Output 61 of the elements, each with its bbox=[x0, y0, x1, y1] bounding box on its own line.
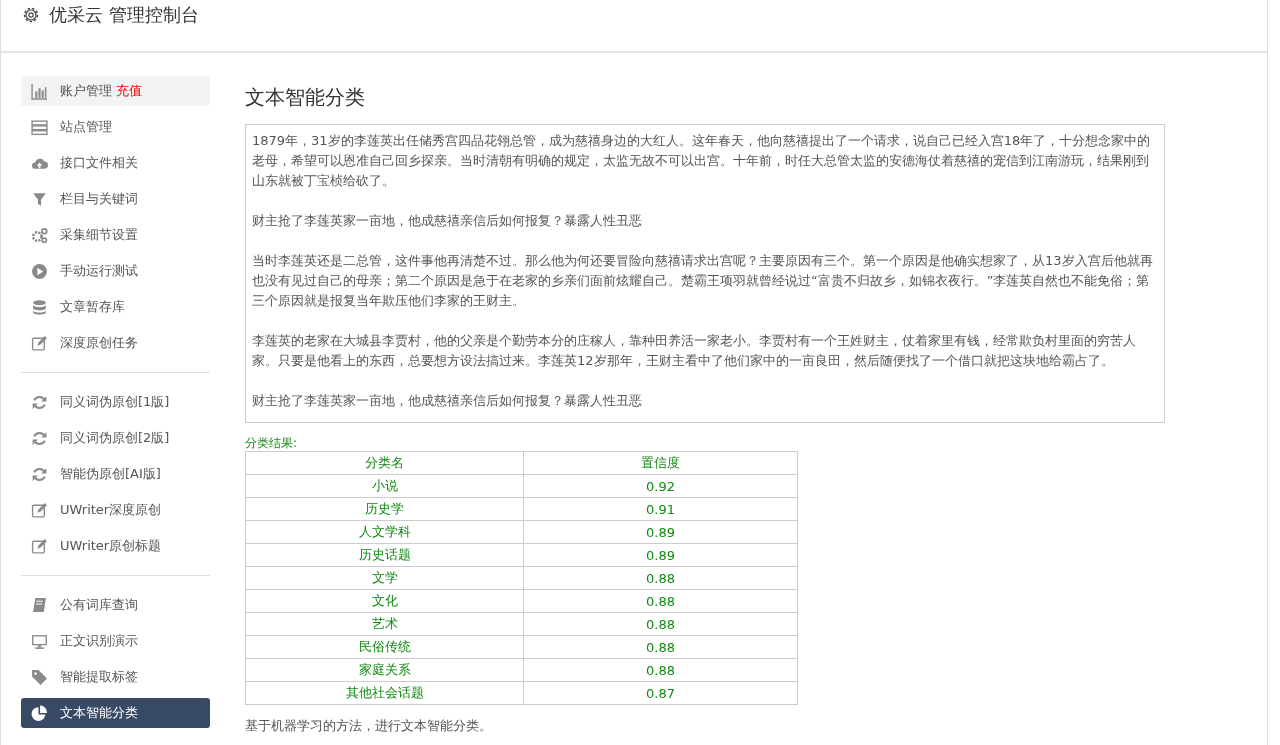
sidebar-item[interactable]: UWriter深度原创 bbox=[21, 495, 210, 525]
table-cell: 家庭关系 bbox=[245, 658, 524, 682]
sidebar-item[interactable]: 正文识别演示 bbox=[21, 626, 210, 656]
funnel-icon bbox=[31, 190, 48, 208]
edit-icon bbox=[31, 334, 48, 352]
recharge-link[interactable]: 充值 bbox=[116, 82, 142, 100]
sidebar-item[interactable]: 智能伪原创[AI版] bbox=[21, 459, 210, 489]
table-cell: 0.91 bbox=[523, 497, 798, 521]
description-text: 基于机器学习的方法，进行文本智能分类。 bbox=[245, 717, 493, 735]
server-icon bbox=[31, 118, 48, 136]
table-cell: 民俗传统 bbox=[245, 635, 524, 659]
text-input-field[interactable]: 1879年，31岁的李莲英出任储秀宫四品花翎总管，成为慈禧身边的大红人。这年春天，他向慈禧提出了一个请求，说自己已经入宫18年了，十分想念家中的老母，希望可以恩准自己回乡探亲。当时清朝有明确的规定，太监无故不可以出宫。十年前，时任大总管太监的安德海仗着慈禧的宠信到江南游玩，结果刚到山东就被丁宝桢给砍了。 财主抢了李莲英家一亩地，他成慈禧亲信后如何报复？暴露人性丑恶 当时李莲英还是二总管，这件事他再清楚不过。那么他为何还要冒险向慈禧请求出宫呢？主要原因有三个。第一个原因是他确实想家了，从13岁入宫后他就再也没有见过自己的母亲；第二个原因是急于在老家的乡亲们面前炫耀自己。楚霸王项羽就曾经说过“富贵不归故乡，如锦衣夜行。”李莲英自然也不能免俗；第三个原因就是报复当年欺压他们李家的王财主。 李莲英的老家在大城县李贾村，他的父亲是个勤劳本分的庄稼人，靠种田养活一家老小。李贾村有一个王姓财主，仗着家里有钱，经常欺负村里面的穷苦人家。只要是他看上的东西，总要想方设法搞过来。李莲英12岁那年，王财主看中了他们家中的一亩良田，然后随便找了一个借口就把这块地给霸占了。 财主抢了李莲英家一亩地，他成慈禧亲信后如何报复？暴露人性丑恶 bbox=[245, 124, 1165, 423]
tag-icon bbox=[31, 668, 48, 686]
sidebar-item[interactable]: 深度原创任务 bbox=[21, 328, 210, 358]
table-cell: 0.88 bbox=[523, 635, 798, 659]
table-cell: 其他社会话题 bbox=[245, 681, 524, 705]
table-cell: 人文学科 bbox=[245, 520, 524, 544]
edit-icon bbox=[31, 501, 48, 519]
table-cell: 0.89 bbox=[523, 543, 798, 567]
table-cell: 0.89 bbox=[523, 520, 798, 544]
sidebar-item[interactable]: 手动运行测试 bbox=[21, 256, 210, 286]
table-cell: 历史学 bbox=[245, 497, 524, 521]
sidebar-item[interactable]: 公有词库查询 bbox=[21, 590, 210, 620]
monitor-icon bbox=[31, 632, 48, 650]
column-header: 置信度 bbox=[523, 451, 798, 475]
database-icon bbox=[31, 298, 48, 316]
pie-chart-icon bbox=[31, 704, 48, 722]
sidebar-item[interactable]: 栏目与关键词 bbox=[21, 184, 210, 214]
table-cell: 小说 bbox=[245, 474, 524, 498]
sidebar-item[interactable]: 采集细节设置 bbox=[21, 220, 210, 250]
table-cell: 0.88 bbox=[523, 566, 798, 590]
sidebar-item[interactable]: 文本智能分类 bbox=[21, 698, 210, 728]
table-cell: 0.92 bbox=[523, 474, 798, 498]
book-icon bbox=[31, 596, 48, 614]
sidebar-item[interactable]: 文章暂存库 bbox=[21, 292, 210, 322]
sidebar-item[interactable]: 站点管理 bbox=[21, 112, 210, 142]
column-header: 分类名 bbox=[245, 451, 524, 475]
sidebar-item[interactable]: 接口文件相关 bbox=[21, 148, 210, 178]
result-label: 分类结果: bbox=[245, 435, 299, 451]
refresh-icon bbox=[31, 393, 48, 411]
bar-chart-icon bbox=[31, 82, 48, 100]
table-cell: 历史话题 bbox=[245, 543, 524, 567]
table-cell: 0.88 bbox=[523, 612, 798, 636]
sidebar-item[interactable]: 同义词伪原创[1版] bbox=[21, 387, 210, 417]
table-cell: 0.87 bbox=[523, 681, 798, 705]
page-title: 文本智能分类 bbox=[245, 84, 366, 111]
sidebar-item[interactable]: 同义词伪原创[2版] bbox=[21, 423, 210, 453]
table-cell: 0.88 bbox=[523, 658, 798, 682]
edit-icon bbox=[31, 537, 48, 555]
table-cell: 文化 bbox=[245, 589, 524, 613]
refresh-icon bbox=[31, 429, 48, 447]
app-title: 优采云 管理控制台 bbox=[49, 3, 199, 27]
settings-icon bbox=[21, 5, 41, 25]
play-icon bbox=[31, 262, 48, 280]
sidebar-item[interactable]: 账户管理 充值 bbox=[21, 76, 210, 106]
table-cell: 0.88 bbox=[523, 589, 798, 613]
sidebar-item[interactable]: 智能提取标签 bbox=[21, 662, 210, 692]
refresh-icon bbox=[31, 465, 48, 483]
sidebar-item[interactable]: UWriter原创标题 bbox=[21, 531, 210, 561]
table-cell: 艺术 bbox=[245, 612, 524, 636]
table-cell: 文学 bbox=[245, 566, 524, 590]
